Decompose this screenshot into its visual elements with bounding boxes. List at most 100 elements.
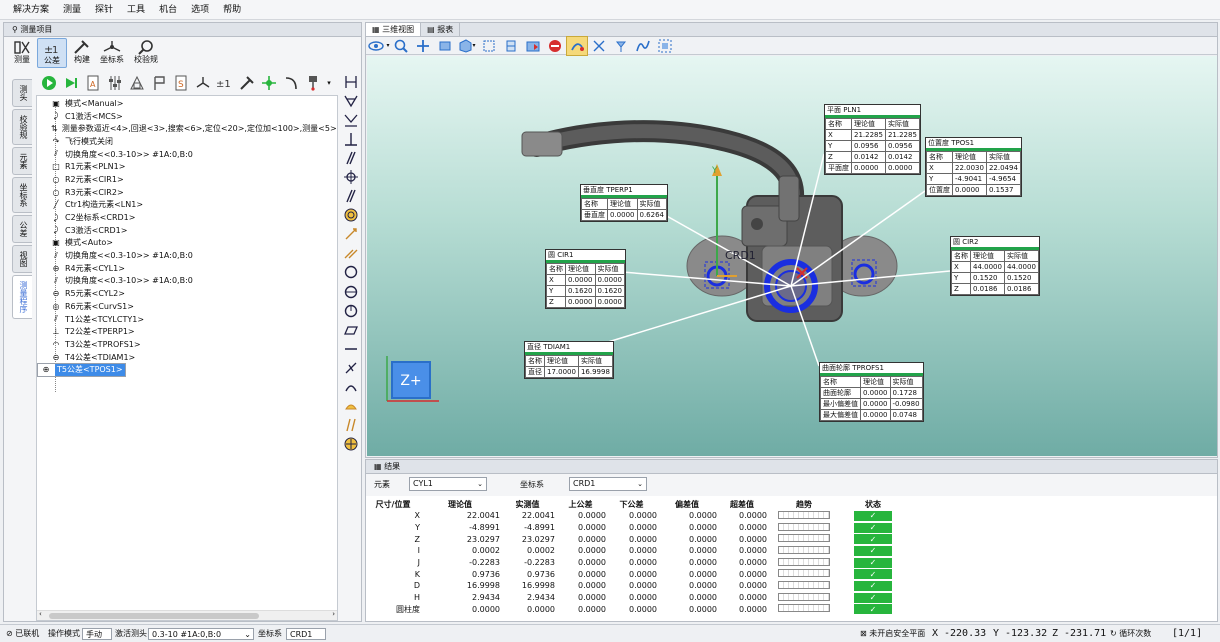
tree-item[interactable]: ⫽ 切换角度<<0.3-10>> #1A:0,B:0 (37, 148, 337, 161)
cylindricity-icon[interactable] (340, 416, 362, 435)
flatness-icon[interactable] (340, 320, 362, 339)
column-header[interactable]: 下公差 (606, 498, 657, 510)
table-row[interactable]: H 2.9434 2.9434 0.0000 0.0000 0.0000 0.0000 ✓ (366, 592, 1217, 604)
angle-between-icon[interactable] (340, 110, 362, 129)
callout-cir1[interactable]: 圆 CIR1 名称 理论值 实际值 X 0.0000 0.0000 Y 0.1620 0.162… (545, 249, 626, 309)
radius-icon[interactable] (340, 301, 362, 320)
report-icon[interactable]: A (82, 73, 104, 93)
probe-change-icon[interactable] (302, 73, 324, 93)
tree-item[interactable]: ⫽ 切换角度<<0.3-10>> #1A:0,B:0 (37, 249, 337, 262)
tab-view[interactable]: 视图 (12, 245, 32, 273)
perpendicularity-icon[interactable] (340, 129, 362, 148)
section-icon[interactable] (500, 36, 522, 56)
element-select[interactable]: CYL1 ⌄ (409, 477, 487, 491)
position-tol-icon[interactable] (340, 167, 362, 186)
scroll-left-icon[interactable]: ‹ (39, 610, 42, 618)
menu-options[interactable]: 选项 (184, 0, 216, 20)
callout-tperp1[interactable]: 垂直度 TPERP1 名称 理论值 实际值 垂直度 0.0000 0.6264 (580, 184, 668, 222)
distance-icon[interactable] (340, 72, 362, 91)
table-row[interactable]: 圆柱度 0.0000 0.0000 0.0000 0.0000 0.0000 0.0000 ✓ (366, 604, 1217, 616)
tree-item[interactable]: ⊥ T2公差<TPERP1> (37, 325, 337, 338)
menu-machine[interactable]: 机台 (152, 0, 184, 20)
tab-program[interactable]: 测量程序 (12, 275, 32, 319)
script-icon[interactable]: S (170, 73, 192, 93)
horizontal-scrollbar[interactable]: ‹ › (37, 610, 337, 620)
menu-probe[interactable]: 探针 (88, 0, 120, 20)
table-row[interactable]: Z 23.0297 23.0297 0.0000 0.0000 0.0000 0.0000 ✓ (366, 533, 1217, 545)
safety-status[interactable]: ⊠ 未开启安全平面 (860, 628, 925, 640)
table-row[interactable]: Y -4.8991 -4.8991 0.0000 0.0000 0.0000 0.0000 ✓ (366, 522, 1217, 534)
menu-measure[interactable]: 测量 (56, 0, 88, 20)
tree-item[interactable]: ⊖ R4元素<CYL1> (37, 262, 337, 275)
points-icon[interactable] (588, 36, 610, 56)
arc-move-icon[interactable] (280, 73, 302, 93)
tree-item[interactable]: ⤸ C2坐标系<CRD1> (37, 211, 337, 224)
tab-gauge[interactable]: 校验规 (12, 109, 32, 145)
tree-item[interactable]: ⊕ T5公差<TPOS1> (37, 363, 126, 378)
callout-tprofs1[interactable]: 曲面轮廓 TPROFS1 名称 理论值 实际值 曲面轮廓 0.0000 0.1728 最小偏… (819, 362, 924, 422)
scroll-right-icon[interactable]: › (332, 610, 335, 618)
column-header[interactable]: 尺寸/位置 (366, 498, 420, 510)
menu-tools[interactable]: 工具 (120, 0, 152, 20)
column-header[interactable]: 超差值 (717, 498, 767, 510)
gauge-button[interactable]: 校验规 (131, 38, 161, 68)
zoom-icon[interactable] (390, 36, 412, 56)
tolerance-small-icon[interactable]: ±1 (214, 73, 236, 93)
tree-item[interactable]: ○ R2元素<CIR1> (37, 173, 337, 186)
column-header[interactable]: 状态 (841, 498, 905, 510)
tree-item[interactable]: ⫽ T1公差<TCYLCTY1> (37, 313, 337, 326)
column-header[interactable]: 偏差值 (657, 498, 717, 510)
tab-elements[interactable]: 元素 (12, 147, 32, 175)
column-header[interactable]: 理论值 (420, 498, 500, 510)
location-icon[interactable] (340, 435, 362, 454)
tab-probe[interactable]: 测头 (12, 79, 32, 107)
more-icon[interactable]: ▾ (324, 73, 334, 93)
callout-tdiam1[interactable]: 直径 TDIAM1 名称 理论值 实际值 直径 17.0000 16.9998 (524, 341, 614, 379)
construct-small-icon[interactable] (236, 73, 258, 93)
tab-tolerance[interactable]: 公差 (12, 215, 32, 243)
coord-system-icon[interactable] (192, 73, 214, 93)
table-row[interactable]: K 0.9736 0.9736 0.0000 0.0000 0.0000 0.0000 ✓ (366, 568, 1217, 580)
straightness-icon[interactable] (340, 339, 362, 358)
column-header[interactable]: 实测值 (500, 498, 555, 510)
rotate-icon[interactable] (434, 36, 456, 56)
tree-item[interactable]: ⫽ 切换角度<<0.3-10>> #1A:0,B:0 (37, 275, 337, 288)
surface-profile-icon[interactable] (340, 397, 362, 416)
callout-tpos1[interactable]: 位置度 TPOS1 名称 理论值 实际值 X 22.0030 22.0494 Y -4.904… (925, 137, 1022, 197)
tree-item[interactable]: ▣ 模式<Manual> (37, 97, 337, 110)
screenshot-icon[interactable] (522, 36, 544, 56)
tree-item[interactable]: ↷ 飞行模式关闭 (37, 135, 337, 148)
part-model[interactable] (367, 56, 1217, 456)
select-region-icon[interactable] (654, 36, 676, 56)
stack-icon[interactable] (126, 73, 148, 93)
eye-icon[interactable]: ▾ (368, 36, 390, 56)
tree-item[interactable]: ⊖ T4公差<TDIAM1> (37, 351, 337, 364)
run-icon[interactable] (38, 73, 60, 93)
tree-item[interactable]: ╱ Ctr1构造元素<LN1> (37, 199, 337, 212)
tree-item[interactable]: ⤸ C3激活<CRD1> (37, 224, 337, 237)
tree-item[interactable]: ◠ T3公差<TPROFS1> (37, 338, 337, 351)
menu-solution[interactable]: 解决方案 (6, 0, 56, 20)
line-profile-icon[interactable] (340, 378, 362, 397)
scroll-thumb[interactable] (49, 613, 259, 619)
tree-item[interactable]: ○ R3元素<CIR2> (37, 186, 337, 199)
tree-item[interactable]: □ R1元素<PLN1> (37, 160, 337, 173)
pan-icon[interactable] (412, 36, 434, 56)
angle-icon[interactable] (340, 91, 362, 110)
fit-icon[interactable] (478, 36, 500, 56)
tree-item[interactable]: ⇅ 测量参数逼近<4>,回退<3>,搜索<6>,定位<20>,定位加<100>,测… (37, 122, 337, 135)
tab-report[interactable]: ▤ 报表 (421, 23, 461, 36)
sliders-icon[interactable] (104, 73, 126, 93)
diameter-icon[interactable] (340, 282, 362, 301)
view-cube-icon[interactable]: ▾ (456, 36, 478, 56)
table-row[interactable]: J -0.2283 -0.2283 0.0000 0.0000 0.0000 0.0000 ✓ (366, 557, 1217, 569)
op-mode-select[interactable]: 手动 (82, 628, 112, 640)
measure-button[interactable]: 测量 (7, 38, 37, 68)
tab-coordinates[interactable]: 坐标系 (12, 177, 32, 213)
move-point-icon[interactable] (258, 73, 280, 93)
coord-select[interactable]: CRD1 ⌄ (569, 477, 647, 491)
column-header[interactable]: 趋势 (767, 498, 841, 510)
tree-item[interactable]: ▣ 模式<Auto> (37, 237, 337, 250)
tree-item[interactable]: ⤸ C1激活<MCS> (37, 110, 337, 123)
parallelism-icon[interactable] (340, 148, 362, 167)
